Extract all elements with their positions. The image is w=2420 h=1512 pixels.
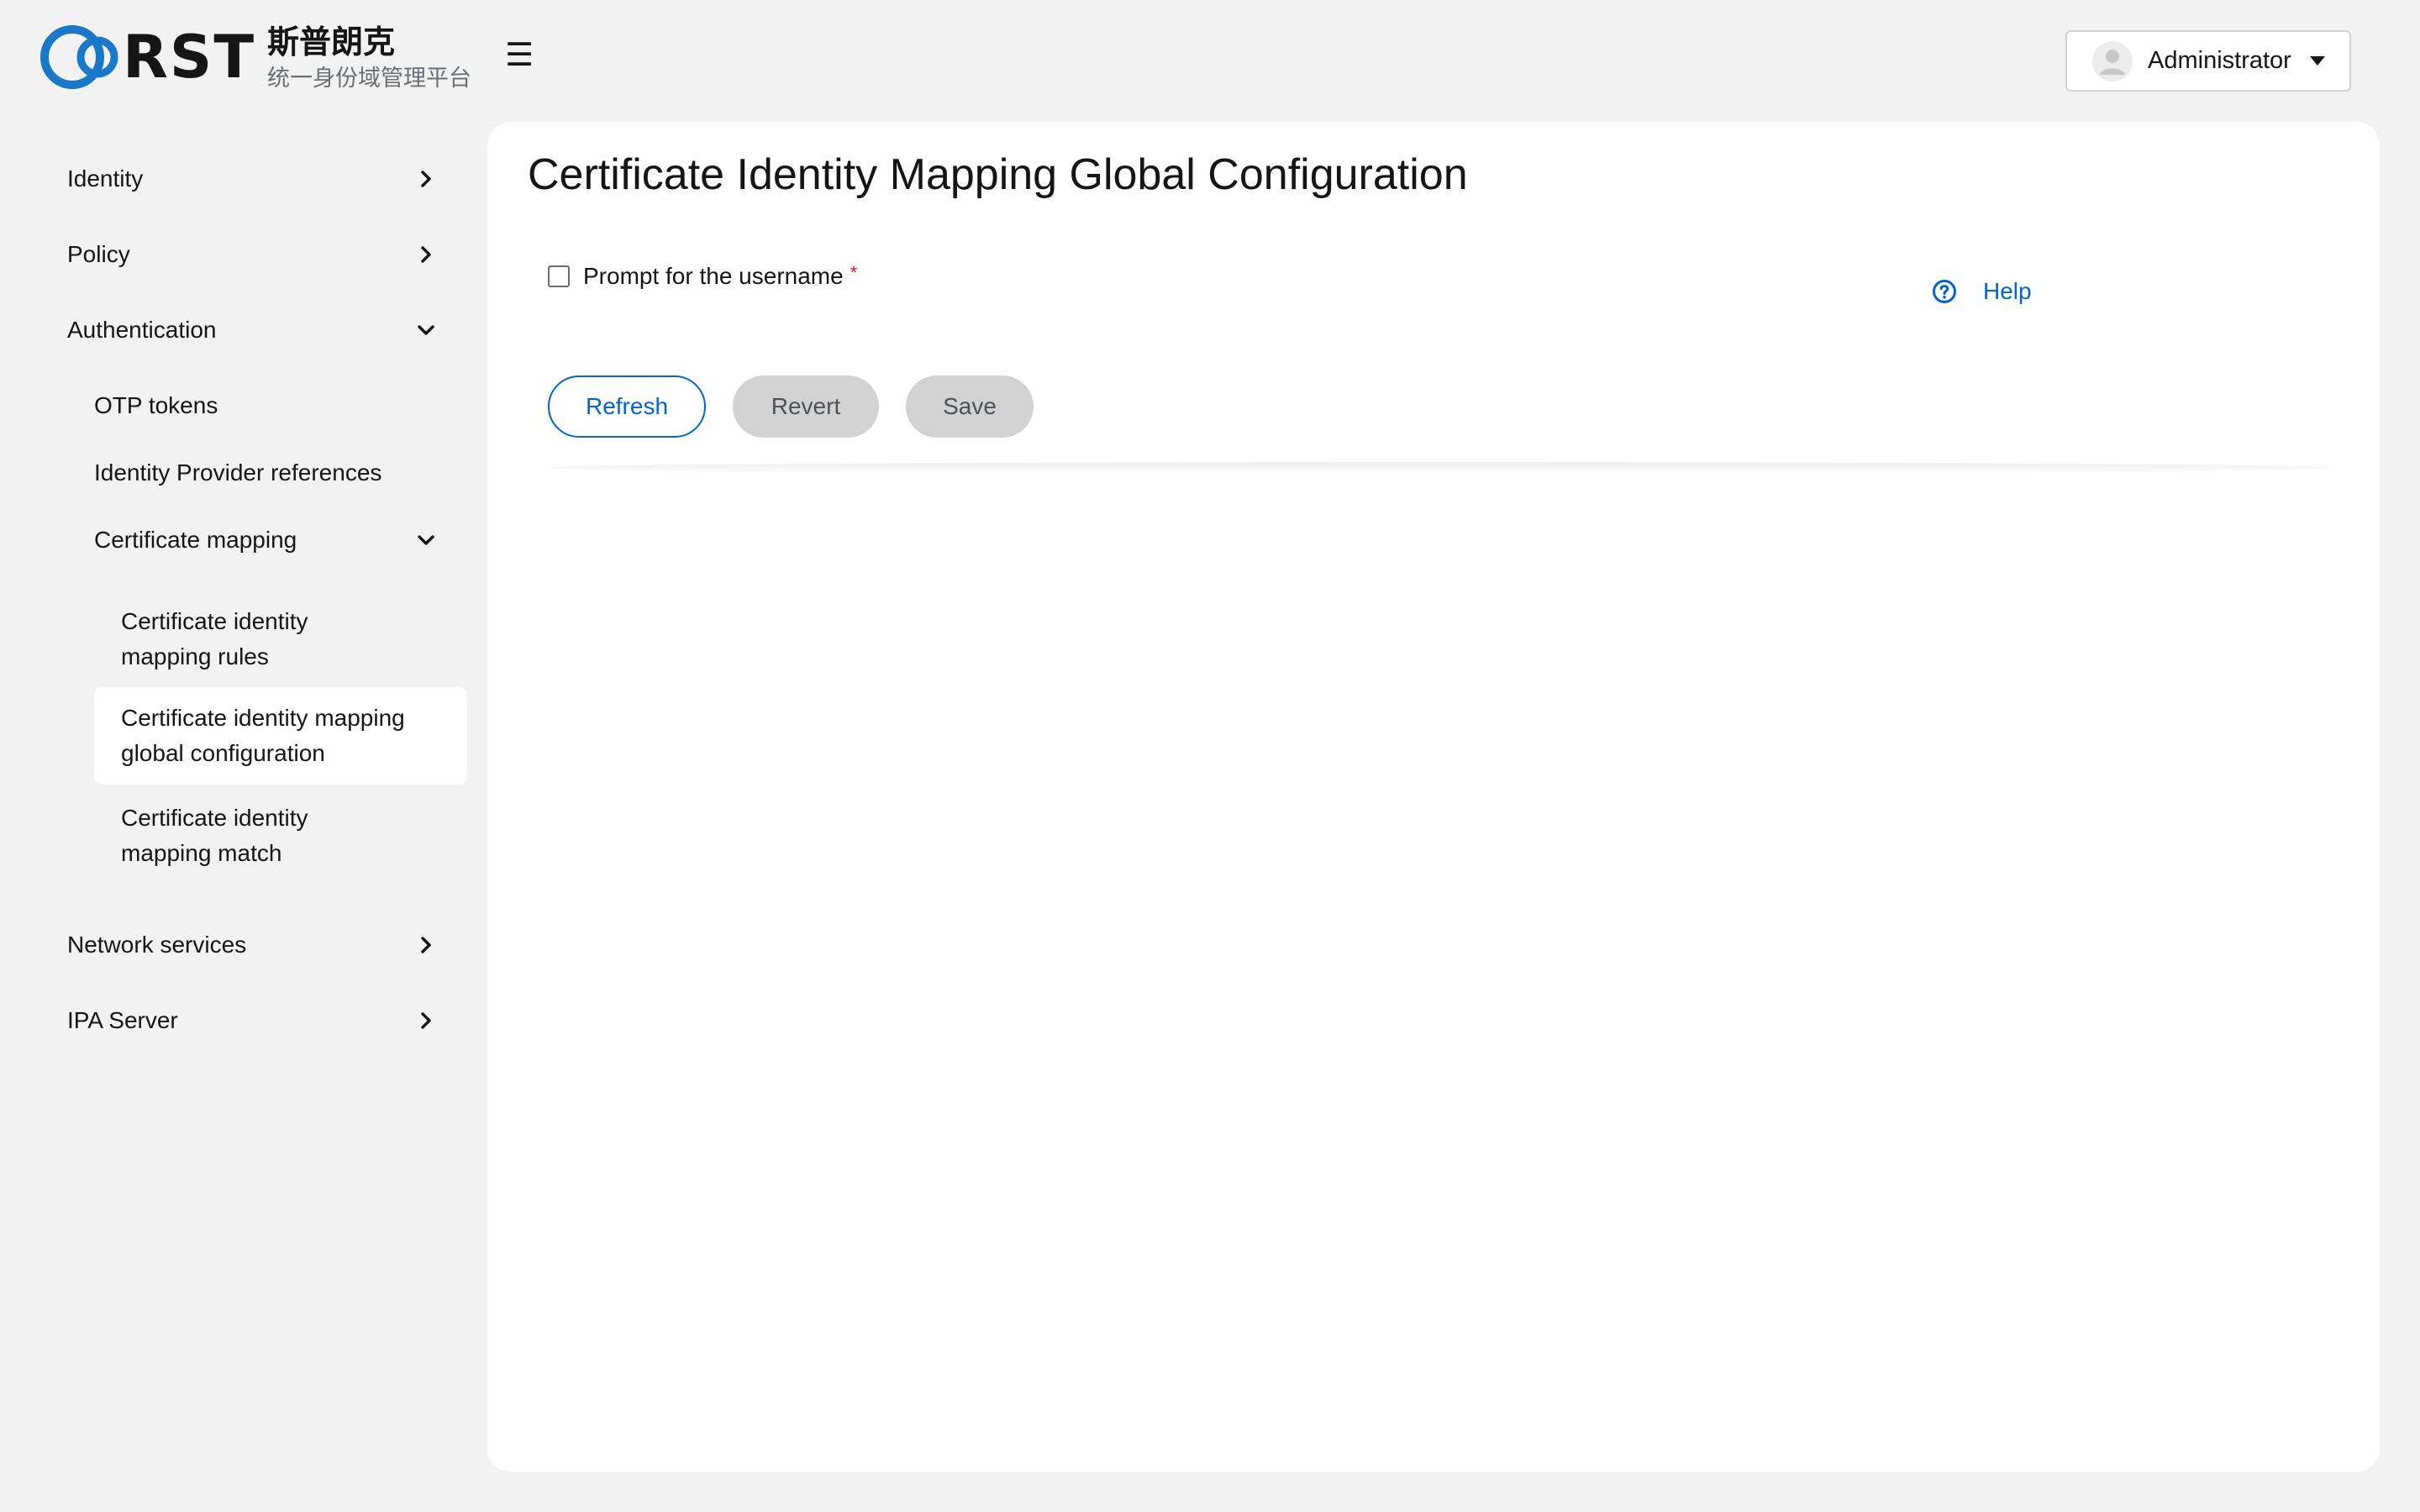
sidebar-item-label: Authentication	[67, 317, 217, 343]
sidebar-item-label: Identity	[67, 165, 144, 192]
chevron-down-icon	[418, 325, 434, 335]
prompt-username-label[interactable]: Prompt for the username	[583, 263, 844, 290]
sidebar-item-label: Certificate identity mapping match	[121, 805, 308, 866]
prompt-username-field: Prompt for the username *	[548, 262, 858, 290]
prompt-username-checkbox[interactable]	[548, 265, 570, 287]
sidebar-item-cert-mapping-global-config[interactable]: Certificate identity mapping global conf…	[94, 687, 467, 785]
refresh-button[interactable]: Refresh	[548, 375, 706, 438]
action-buttons: Refresh Revert Save	[548, 375, 1034, 438]
sidebar-item-cert-mapping-rules[interactable]: Certificate identity mapping rules	[121, 596, 437, 683]
chevron-right-icon	[421, 1012, 431, 1029]
sidebar-item-network-services[interactable]: Network services	[67, 920, 437, 970]
page-title: Certificate Identity Mapping Global Conf…	[528, 150, 1468, 199]
sidebar-item-identity[interactable]: Identity	[67, 154, 437, 204]
sidebar-item-label: Certificate mapping	[94, 527, 297, 553]
sidebar-item-policy[interactable]: Policy	[67, 229, 437, 280]
sidebar-item-identity-provider-references[interactable]: Identity Provider references	[94, 448, 437, 498]
revert-button[interactable]: Revert	[733, 375, 879, 438]
brand-title: 斯普朗克	[267, 24, 396, 60]
help-label: Help	[1983, 278, 2032, 304]
sidebar-item-label: Certificate identity mapping global conf…	[121, 705, 405, 766]
help-circle-icon	[1933, 280, 1956, 303]
chevron-down-icon	[418, 535, 434, 545]
save-button[interactable]: Save	[906, 375, 1034, 438]
sidebar-item-cert-mapping-match[interactable]: Certificate identity mapping match	[121, 792, 437, 879]
sidebar-item-label: Identity Provider references	[94, 459, 382, 486]
help-link[interactable]: Help	[1931, 278, 2032, 305]
form-footer-shadow	[548, 462, 2329, 474]
user-menu-toggle[interactable]: Administrator	[2065, 30, 2351, 92]
sidebar-item-certificate-mapping[interactable]: Certificate mapping	[94, 515, 437, 565]
brand-subtitle: 统一身份域管理平台	[267, 66, 471, 92]
chevron-right-icon	[421, 937, 431, 953]
rst-logo-icon	[40, 25, 118, 89]
hamburger-icon[interactable]: ☰	[501, 37, 538, 74]
logo[interactable]: RST	[39, 22, 255, 92]
sidebar-item-ipa-server[interactable]: IPA Server	[67, 995, 437, 1046]
logo-text: RST	[123, 23, 256, 92]
sidebar-item-label: OTP tokens	[94, 392, 218, 418]
sidebar-item-label: Policy	[67, 241, 130, 267]
required-marker: *	[850, 262, 858, 283]
sidebar-item-label: Certificate identity mapping rules	[121, 608, 308, 669]
brand: 斯普朗克 统一身份域管理平台	[267, 22, 471, 96]
avatar-icon	[2092, 40, 2133, 81]
main-panel: Certificate Identity Mapping Global Conf…	[487, 122, 2380, 1472]
chevron-right-icon	[421, 246, 431, 263]
sidebar-item-label: Network services	[67, 932, 247, 958]
chevron-right-icon	[421, 171, 431, 187]
caret-down-icon	[2309, 56, 2325, 66]
sidebar-item-otp-tokens[interactable]: OTP tokens	[94, 381, 437, 431]
masthead: RST 斯普朗克 统一身份域管理平台 ☰ Administrator	[0, 0, 2420, 122]
user-name: Administrator	[2148, 47, 2291, 74]
sidebar-item-label: IPA Server	[67, 1007, 178, 1033]
sidebar-item-authentication[interactable]: Authentication	[67, 305, 437, 355]
